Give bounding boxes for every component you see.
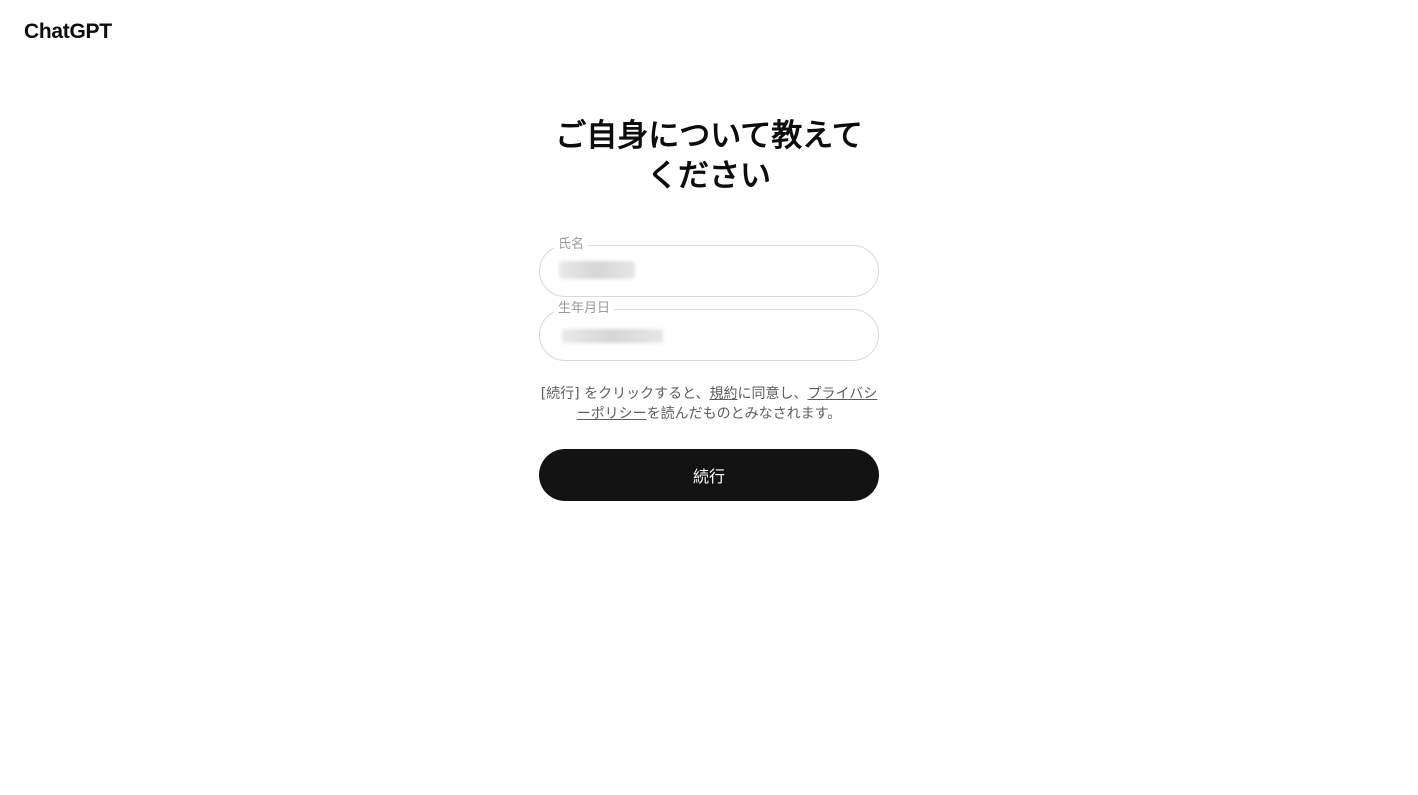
name-field[interactable]: 氏名 — [539, 237, 879, 297]
legal-notice: [続行] をクリックすると、規約に同意し、プライバシーポリシーを読んだものとみな… — [539, 384, 879, 424]
legal-text-part2: に同意し、 — [737, 386, 808, 402]
name-field-label: 氏名 — [554, 237, 589, 253]
name-field-redacted-value — [559, 261, 635, 279]
terms-link[interactable]: 規約 — [710, 386, 738, 402]
continue-button[interactable]: 続行 — [539, 449, 879, 501]
page-title: ご自身について教えて ください — [555, 118, 863, 194]
birthdate-field-redacted-value — [562, 329, 663, 343]
legal-text-part3: を読んだものとみなされます。 — [646, 406, 842, 422]
birthdate-field[interactable]: 生年月日 — [539, 301, 879, 361]
birthdate-field-label: 生年月日 — [554, 301, 615, 317]
about-you-form: ご自身について教えて ください 氏名 生年月日 [続行] をクリックすると、規約… — [539, 116, 879, 501]
legal-text-part1: [続行] をクリックすると、 — [540, 386, 710, 402]
chatgpt-logo-text: ChatGPT — [24, 20, 112, 43]
